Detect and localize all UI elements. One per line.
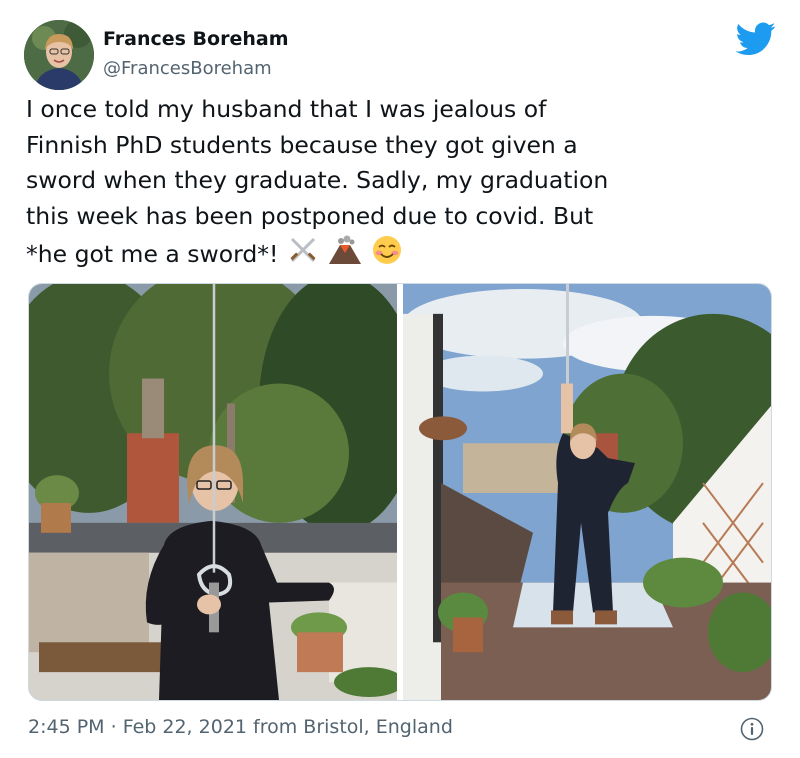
tweet-time[interactable]: 2:45 PM [28, 716, 105, 738]
tweet-text-line: sword when they graduate. Sadly, my grad… [26, 166, 609, 194]
tweet-text-line: Finnish PhD students because they got gi… [26, 130, 578, 159]
tweet-location: from Bristol, England [253, 716, 453, 738]
photo-woman-holding-sword[interactable] [29, 284, 397, 700]
tweet-media[interactable] [28, 283, 772, 701]
metadata-separator: · [110, 716, 117, 738]
author-name[interactable]: Frances Boreham [103, 28, 289, 50]
author-handle[interactable]: @FrancesBoreham [103, 58, 272, 79]
tweet-text: I once told my husband that I was jealou… [26, 92, 776, 277]
info-icon[interactable] [740, 717, 764, 741]
tweet-metadata: 2:45 PM · Feb 22, 2021 from Bristol, Eng… [28, 716, 453, 738]
tweet-text-line-last: *he got me a sword*! [26, 234, 776, 277]
tweet-text-line: I once told my husband that I was jealou… [26, 95, 547, 123]
crossed-swords-emoji [286, 235, 320, 276]
tweet-text-line: *he got me a sword*! [26, 239, 279, 268]
volcano-emoji [327, 235, 363, 276]
photo-woman-raising-sword[interactable] [403, 284, 771, 700]
avatar[interactable] [24, 20, 94, 90]
smiling-face-emoji [371, 234, 403, 277]
tweet-date[interactable]: Feb 22, 2021 [123, 716, 247, 738]
twitter-bird-icon[interactable] [735, 22, 776, 56]
tweet-text-line: this week has been postponed due to covi… [26, 201, 594, 230]
